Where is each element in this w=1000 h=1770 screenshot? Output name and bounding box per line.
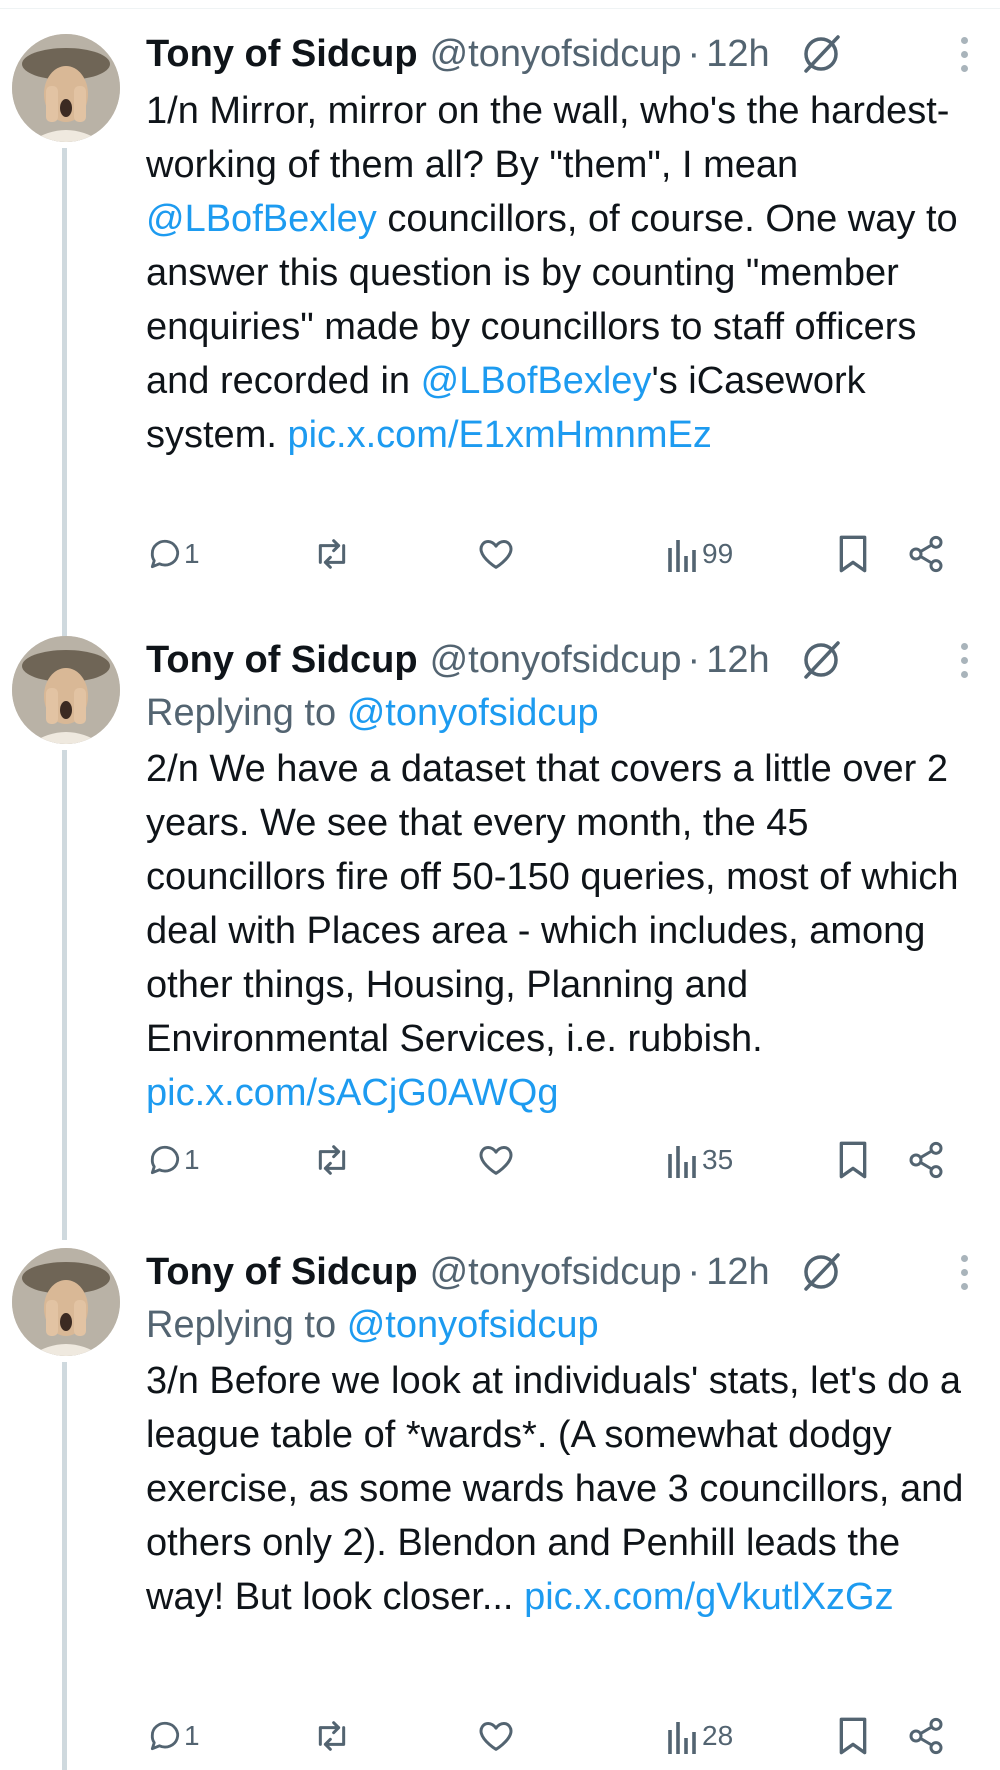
like-button[interactable] [476, 1130, 516, 1190]
views-button[interactable]: 99 [666, 524, 733, 584]
reply-count: 1 [184, 1720, 200, 1751]
analytics-icon [668, 540, 696, 572]
grok-icon[interactable] [800, 33, 842, 75]
heart-icon [479, 1722, 513, 1751]
like-button[interactable] [476, 1706, 516, 1766]
action-bar: 1 35 [146, 1130, 966, 1190]
tweet-body: Tony of Sidcup @tonyofsidcup · 12h Reply… [146, 632, 980, 1120]
view-count: 35 [702, 1144, 734, 1175]
avatar[interactable] [12, 636, 120, 744]
more-options-icon[interactable] [958, 1244, 970, 1300]
replying-label: Replying to [146, 1304, 337, 1346]
replying-handle-link[interactable]: @tonyofsidcup [347, 692, 599, 734]
view-count: 28 [702, 1720, 734, 1751]
analytics-icon [668, 1146, 696, 1178]
heart-icon [479, 1146, 513, 1175]
heart-icon [479, 540, 513, 569]
bookmark-button[interactable] [836, 1706, 870, 1766]
separator-dot: · [687, 32, 701, 75]
analytics-icon [668, 1722, 696, 1754]
top-divider [0, 0, 1000, 9]
repost-icon [318, 1145, 346, 1175]
repost-icon [318, 539, 346, 569]
tweet-link[interactable]: pic.x.com/E1xmHmnmEz [287, 414, 711, 456]
repost-icon [318, 1721, 346, 1751]
bookmark-icon [839, 535, 867, 573]
tweet-text: 3/n Before we look at individuals' stats… [146, 1354, 980, 1624]
replying-to: Replying to @tonyofsidcup [146, 686, 980, 740]
avatar[interactable] [12, 34, 120, 142]
reply-count: 1 [184, 538, 200, 569]
repost-button[interactable] [312, 1706, 352, 1766]
repost-button[interactable] [312, 524, 352, 584]
bookmark-icon [839, 1141, 867, 1179]
tweet-text-segment: 2/n We have a dataset that covers a litt… [146, 748, 959, 1060]
share-button[interactable] [906, 1130, 946, 1190]
author-name[interactable]: Tony of Sidcup [146, 1251, 418, 1294]
tweet-body: Tony of Sidcup @tonyofsidcup · 12h 1/n M… [146, 26, 980, 462]
author-handle[interactable]: @tonyofsidcup [430, 1251, 682, 1294]
separator-dot: · [687, 1250, 701, 1293]
tweet-header: Tony of Sidcup @tonyofsidcup · 12h [146, 632, 980, 688]
reply-icon [150, 1721, 180, 1751]
repost-button[interactable] [312, 1130, 352, 1190]
views-button[interactable]: 35 [666, 1130, 733, 1190]
tweet-header: Tony of Sidcup @tonyofsidcup · 12h [146, 26, 980, 82]
avatar[interactable] [12, 1248, 120, 1356]
grok-icon[interactable] [800, 1251, 842, 1293]
bookmark-button[interactable] [836, 524, 870, 584]
like-button[interactable] [476, 524, 516, 584]
view-count: 99 [702, 538, 734, 569]
grok-icon[interactable] [800, 639, 842, 681]
thread-line [62, 148, 67, 644]
tweet-text: 2/n We have a dataset that covers a litt… [146, 742, 980, 1120]
share-icon [909, 1717, 943, 1755]
author-handle[interactable]: @tonyofsidcup [430, 639, 682, 682]
tweet-link[interactable]: @LBofBexley [146, 198, 377, 240]
replying-label: Replying to [146, 692, 337, 734]
bookmark-icon [839, 1717, 867, 1755]
tweet-link[interactable]: @LBofBexley [421, 360, 652, 402]
timestamp[interactable]: 12h [706, 1251, 769, 1294]
reply-icon [150, 1145, 180, 1175]
views-button[interactable]: 28 [666, 1706, 733, 1766]
replying-to: Replying to @tonyofsidcup [146, 1298, 980, 1352]
reply-icon [150, 539, 180, 569]
action-bar: 1 28 [146, 1706, 966, 1766]
reply-button[interactable]: 1 [146, 1130, 200, 1190]
thread-line [62, 1362, 67, 1770]
author-name[interactable]: Tony of Sidcup [146, 639, 418, 682]
reply-button[interactable]: 1 [146, 1706, 200, 1766]
reply-count: 1 [184, 1144, 200, 1175]
tweet-link[interactable]: pic.x.com/sACjG0AWQg [146, 1072, 558, 1114]
tweet-body: Tony of Sidcup @tonyofsidcup · 12h Reply… [146, 1244, 980, 1624]
timestamp[interactable]: 12h [706, 33, 769, 76]
separator-dot: · [687, 638, 701, 681]
tweet-link[interactable]: pic.x.com/gVkutlXzGz [524, 1576, 894, 1618]
share-icon [909, 1141, 943, 1179]
tweet-header: Tony of Sidcup @tonyofsidcup · 12h [146, 1244, 980, 1300]
share-icon [909, 535, 943, 573]
more-options-icon[interactable] [958, 26, 970, 82]
author-name[interactable]: Tony of Sidcup [146, 33, 418, 76]
thread-line [62, 750, 67, 1240]
timestamp[interactable]: 12h [706, 639, 769, 682]
tweet-text: 1/n Mirror, mirror on the wall, who's th… [146, 84, 980, 462]
tweet-text-segment: 1/n Mirror, mirror on the wall, who's th… [146, 90, 950, 186]
replying-handle-link[interactable]: @tonyofsidcup [347, 1304, 599, 1346]
action-bar: 1 99 [146, 524, 966, 584]
bookmark-button[interactable] [836, 1130, 870, 1190]
share-button[interactable] [906, 1706, 946, 1766]
reply-button[interactable]: 1 [146, 524, 200, 584]
more-options-icon[interactable] [958, 632, 970, 688]
author-handle[interactable]: @tonyofsidcup [430, 33, 682, 76]
share-button[interactable] [906, 524, 946, 584]
